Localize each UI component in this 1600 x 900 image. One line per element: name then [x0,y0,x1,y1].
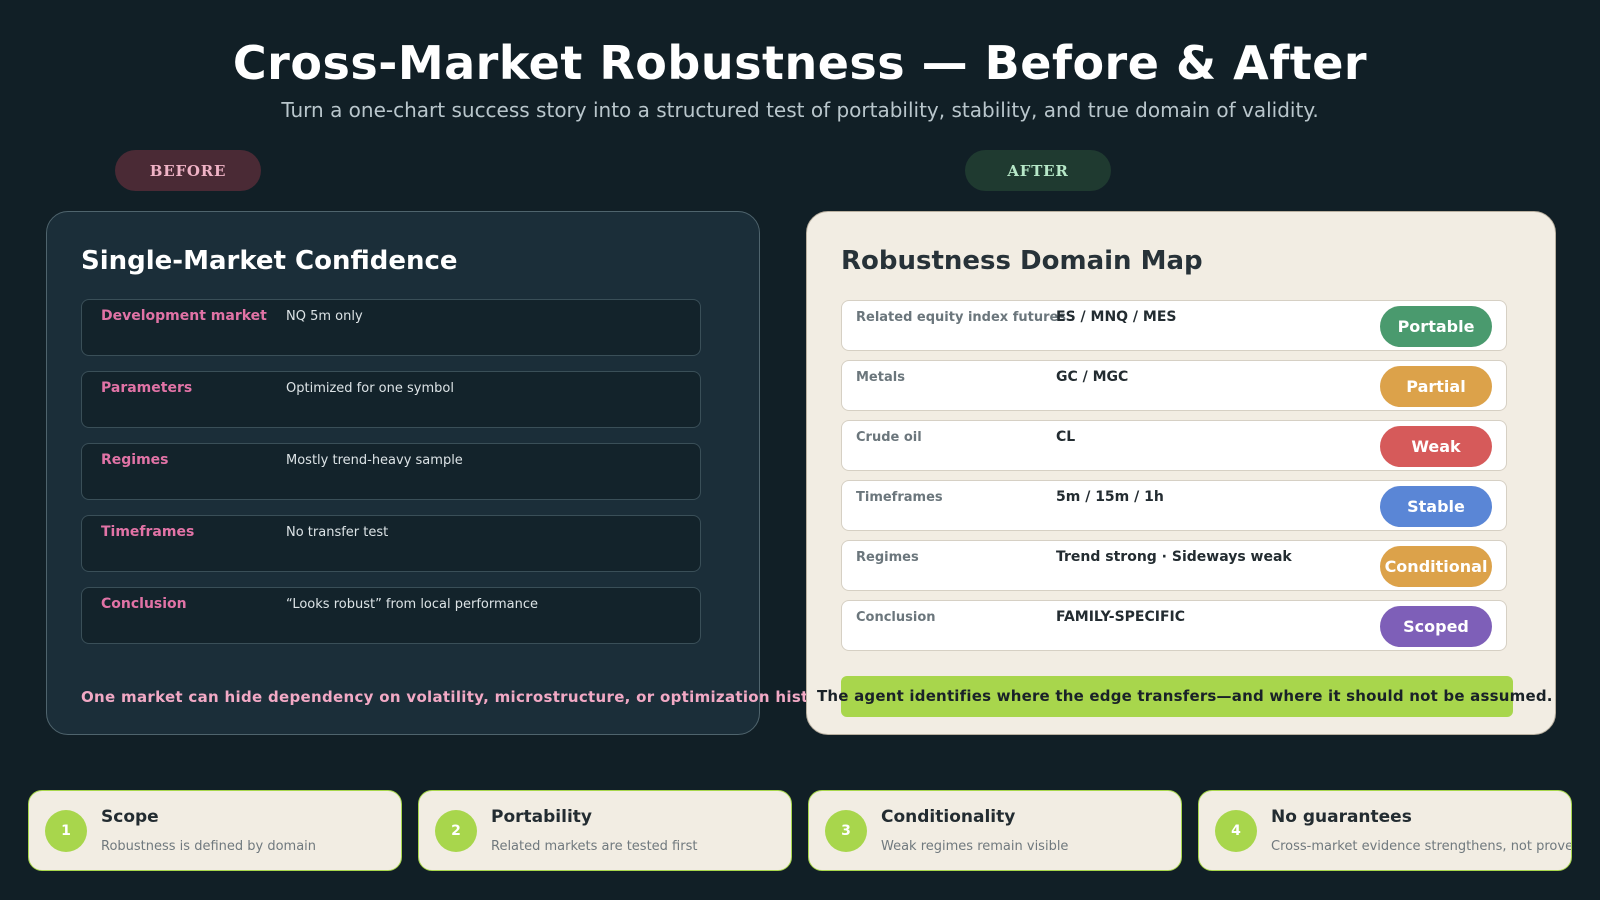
domain-row: Metals GC / MGC Partial [841,360,1507,411]
principle-card-portability: 2 Portability Related markets are tested… [418,790,792,871]
status-badge: Conditional [1380,546,1492,587]
before-row: Parameters Optimized for one symbol [81,371,701,428]
domain-row: Conclusion FAMILY-SPECIFIC Scoped [841,600,1507,651]
after-footer-note: The agent identifies where the edge tran… [817,687,1553,705]
after-label: AFTER [965,150,1111,191]
before-row-label: Regimes [101,452,169,468]
after-panel: Robustness Domain Map Related equity ind… [806,211,1556,735]
before-row-value: NQ 5m only [286,309,363,324]
domain-row-label: Regimes [856,550,919,565]
before-row-label: Development market [101,308,267,324]
before-row-value: Mostly trend-heavy sample [286,453,463,468]
card-description: Robustness is defined by domain [101,839,317,854]
card-title: Scope [101,807,159,827]
page-subtitle: Turn a one-chart success story into a st… [281,98,1319,122]
domain-row: Related equity index futures ES / MNQ / … [841,300,1507,351]
before-row-label: Timeframes [101,524,195,540]
domain-row-label: Timeframes [856,490,943,505]
domain-row-value: FAMILY-SPECIFIC [1056,609,1186,625]
before-row-label: Parameters [101,380,193,396]
card-description: Related markets are tested first [491,839,698,854]
domain-row-value: CL [1056,429,1076,445]
domain-row-value: Trend strong · Sideways weak [1056,549,1292,565]
before-row-value: Optimized for one symbol [286,381,454,396]
before-row: Development market NQ 5m only [81,299,701,356]
card-title: No guarantees [1271,807,1412,827]
domain-row: Regimes Trend strong · Sideways weak Con… [841,540,1507,591]
domain-row-value: ES / MNQ / MES [1056,309,1177,325]
step-number: 2 [435,810,477,852]
status-badge: Scoped [1380,606,1492,647]
principle-card-scope: 1 Scope Robustness is defined by domain [28,790,402,871]
before-row: Timeframes No transfer test [81,515,701,572]
status-badge: Partial [1380,366,1492,407]
card-description: Cross-market evidence strengthens, not p… [1271,839,1572,854]
before-row-label: Conclusion [101,596,187,612]
domain-row-value: GC / MGC [1056,369,1129,385]
domain-row-label: Conclusion [856,610,936,625]
card-title: Portability [491,807,592,827]
card-title: Conditionality [881,807,1016,827]
after-panel-title: Robustness Domain Map [841,246,1203,276]
status-badge: Weak [1380,426,1492,467]
principle-card-no-guarantees: 4 No guarantees Cross-market evidence st… [1198,790,1572,871]
domain-row-label: Crude oil [856,430,922,445]
before-row-value: “Looks robust” from local performance [286,597,538,612]
domain-row: Timeframes 5m / 15m / 1h Stable [841,480,1507,531]
before-row-value: No transfer test [286,525,389,540]
after-footer-banner: The agent identifies where the edge tran… [817,676,1552,717]
domain-row-label: Related equity index futures [856,310,1067,325]
step-number: 4 [1215,810,1257,852]
domain-row-label: Metals [856,370,905,385]
step-number: 3 [825,810,867,852]
before-row: Regimes Mostly trend-heavy sample [81,443,701,500]
status-badge: Stable [1380,486,1492,527]
before-panel-title: Single-Market Confidence [81,246,458,276]
card-description: Weak regimes remain visible [881,839,1069,854]
domain-row-value: 5m / 15m / 1h [1056,489,1164,505]
step-number: 1 [45,810,87,852]
page-title: Cross-Market Robustness — Before & After [232,36,1368,90]
before-footer-note: One market can hide dependency on volati… [81,688,842,706]
domain-row: Crude oil CL Weak [841,420,1507,471]
before-row: Conclusion “Looks robust” from local per… [81,587,701,644]
principle-card-conditionality: 3 Conditionality Weak regimes remain vis… [808,790,1182,871]
status-badge: Portable [1380,306,1492,347]
before-label: BEFORE [115,150,261,191]
before-panel: Single-Market Confidence Development mar… [46,211,841,735]
